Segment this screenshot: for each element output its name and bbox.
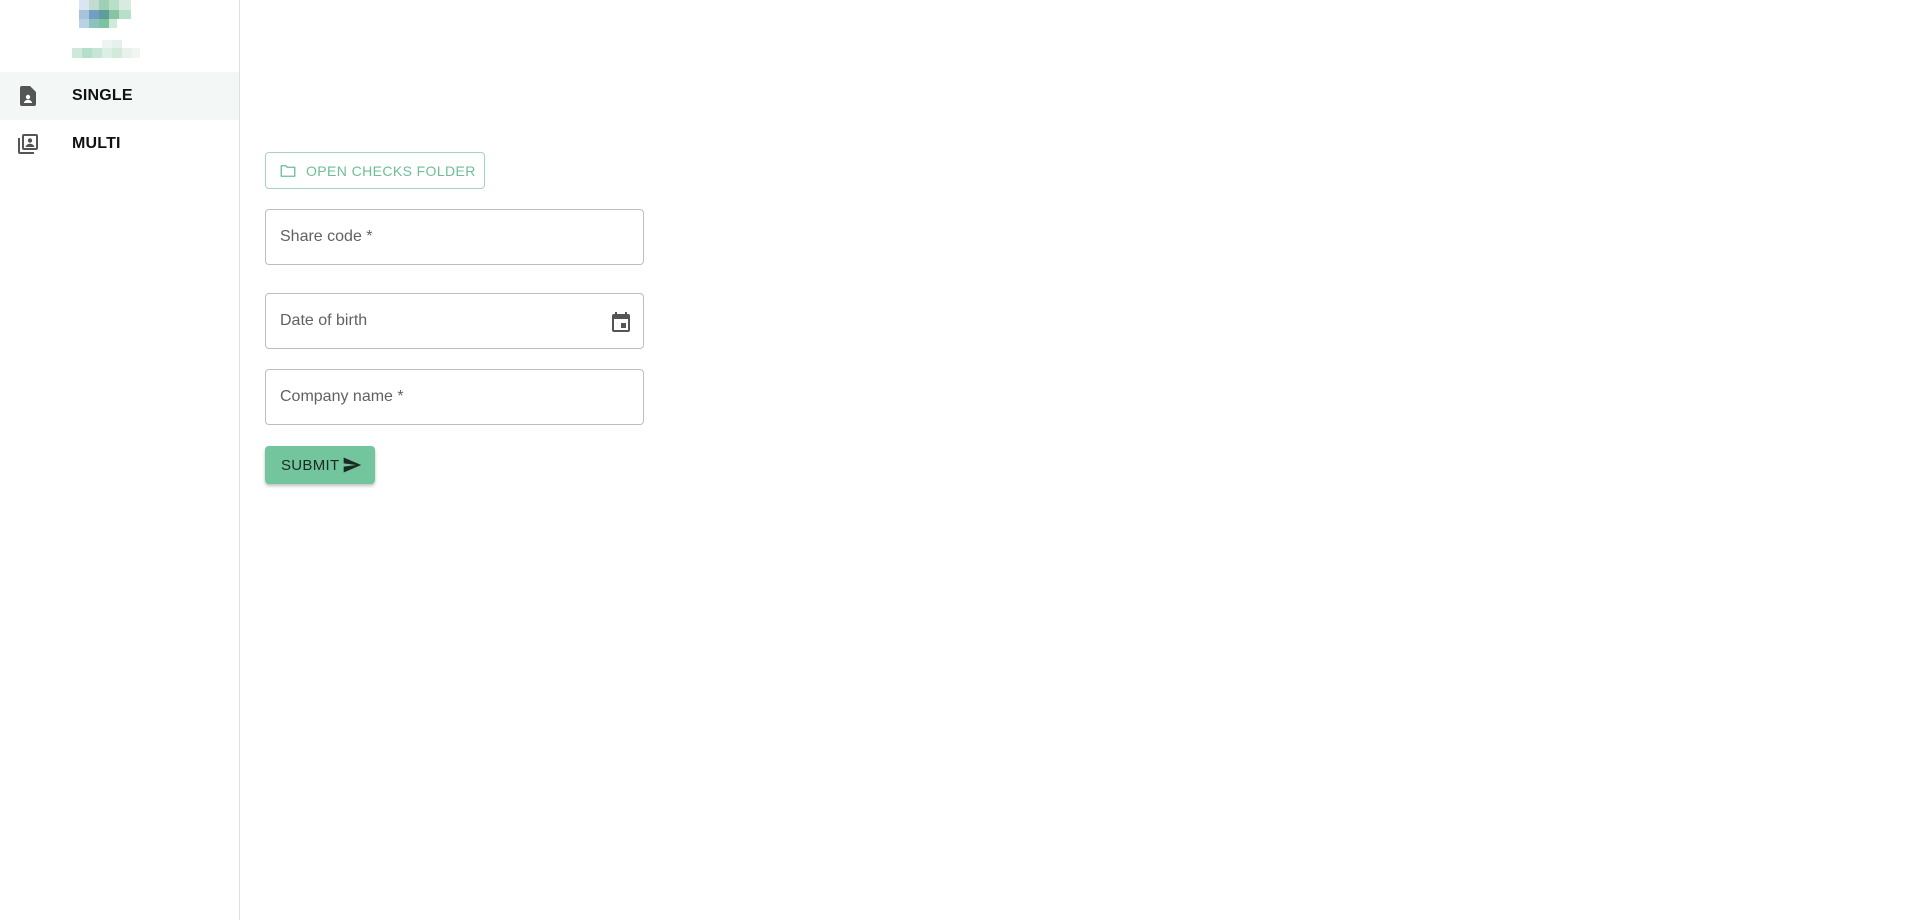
date-of-birth-input[interactable] — [266, 294, 643, 348]
submit-button[interactable]: SUBMIT — [265, 446, 375, 484]
pixelated-logo-icon[interactable] — [70, 0, 154, 60]
send-icon — [342, 455, 362, 475]
main-content: OPEN CHECKS FOLDER SUBMIT — [240, 0, 1920, 920]
sidebar-item-multi[interactable]: MULTI — [0, 120, 239, 168]
share-code-field — [265, 209, 644, 265]
company-name-field — [265, 369, 644, 425]
date-of-birth-field — [265, 293, 644, 349]
sidebar-item-label: MULTI — [72, 135, 121, 152]
share-code-input[interactable] — [266, 210, 643, 264]
submit-label: SUBMIT — [281, 457, 340, 474]
app-window: SINGLE MULTI OPEN CHECKS FOLDER Share co… — [0, 0, 1920, 920]
person-document-icon — [16, 84, 40, 108]
open-checks-folder-label: OPEN CHECKS FOLDER — [306, 162, 476, 179]
calendar-icon[interactable] — [609, 310, 633, 334]
company-name-input[interactable] — [266, 370, 643, 424]
open-checks-folder-button[interactable]: OPEN CHECKS FOLDER — [265, 152, 485, 189]
stacked-people-icon — [16, 132, 40, 156]
folder-outline-icon — [279, 162, 297, 180]
sidebar: SINGLE MULTI — [0, 0, 240, 920]
sidebar-item-single[interactable]: SINGLE — [0, 72, 239, 120]
sidebar-item-label: SINGLE — [72, 87, 133, 104]
